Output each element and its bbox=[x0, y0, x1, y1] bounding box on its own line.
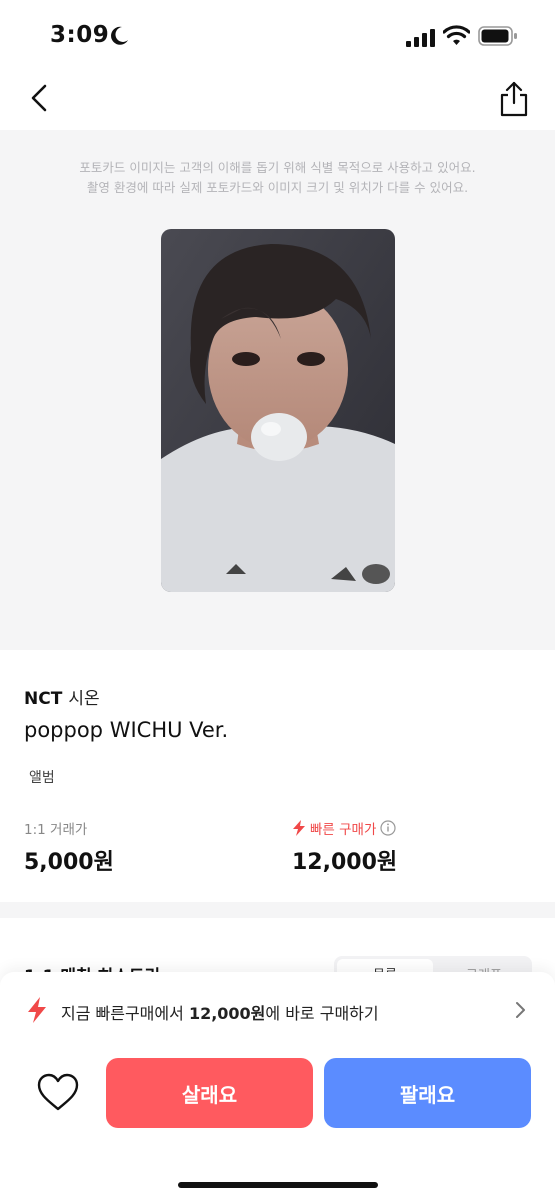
status-time: 3:09 bbox=[50, 22, 110, 48]
photocard-image-area: 포토카드 이미지는 고객의 이해를 돕기 위해 식별 목적으로 사용하고 있어요… bbox=[0, 130, 555, 650]
lightning-icon bbox=[28, 997, 46, 1023]
quick-buy-suffix: 에 바로 구매하기 bbox=[265, 1004, 379, 1023]
member-name[interactable]: 시온 bbox=[68, 689, 99, 709]
trade-price: 5,000원 bbox=[24, 850, 114, 875]
category-tag: 앨범 bbox=[29, 770, 55, 786]
quick-buy-banner[interactable]: 지금 빠른구매에서 12,000원에 바로 구매하기 bbox=[0, 990, 555, 1030]
moon-icon bbox=[111, 26, 128, 45]
artist-line: NCT 시온 bbox=[24, 684, 100, 709]
nav-bar bbox=[0, 72, 555, 130]
share-icon[interactable] bbox=[496, 80, 532, 118]
image-notice-line-1: 포토카드 이미지는 고객의 이해를 돕기 위해 식별 목적으로 사용하고 있어요… bbox=[79, 160, 476, 175]
sell-button[interactable]: 팔래요 bbox=[324, 1058, 531, 1128]
group-name[interactable]: NCT bbox=[24, 689, 62, 709]
buy-button[interactable]: 살래요 bbox=[106, 1058, 313, 1128]
quick-price-label: 빠른 구매가 bbox=[310, 822, 377, 838]
info-icon[interactable] bbox=[380, 820, 397, 836]
signal-icon bbox=[406, 29, 435, 47]
home-indicator bbox=[178, 1182, 378, 1188]
battery-icon bbox=[478, 26, 517, 46]
heart-icon[interactable] bbox=[36, 1072, 80, 1112]
quick-price: 12,000원 bbox=[292, 850, 398, 875]
quick-price-label-row: 빠른 구매가 bbox=[292, 818, 397, 838]
quick-buy-text: 지금 빠른구매에서 12,000원에 바로 구매하기 bbox=[61, 1000, 379, 1024]
section-divider bbox=[0, 902, 555, 918]
product-info: NCT 시온 poppop WICHU Ver. 앨범 1:1 거래가 빠른 구매… bbox=[0, 650, 555, 902]
bottom-action-sheet: 지금 빠른구매에서 12,000원에 바로 구매하기 살래요 팔래요 bbox=[0, 972, 555, 1200]
lightning-icon bbox=[293, 820, 305, 836]
product-title: poppop WICHU Ver. bbox=[24, 718, 229, 742]
quick-buy-amount: 12,000원 bbox=[188, 1004, 266, 1023]
chevron-right-icon bbox=[516, 1002, 525, 1018]
image-notice: 포토카드 이미지는 고객의 이해를 돕기 위해 식별 목적으로 사용하고 있어요… bbox=[0, 158, 555, 198]
status-bar: 3:09 bbox=[0, 0, 555, 72]
image-notice-line-2: 촬영 환경에 따라 실제 포토카드와 이미지 크기 및 위치가 다를 수 있어요… bbox=[86, 180, 469, 195]
photocard-image[interactable] bbox=[161, 229, 395, 592]
back-icon[interactable] bbox=[24, 82, 56, 114]
trade-price-label: 1:1 거래가 bbox=[24, 822, 88, 838]
wifi-icon bbox=[443, 25, 470, 45]
quick-buy-prefix: 지금 빠른구매에서 bbox=[61, 1004, 189, 1023]
